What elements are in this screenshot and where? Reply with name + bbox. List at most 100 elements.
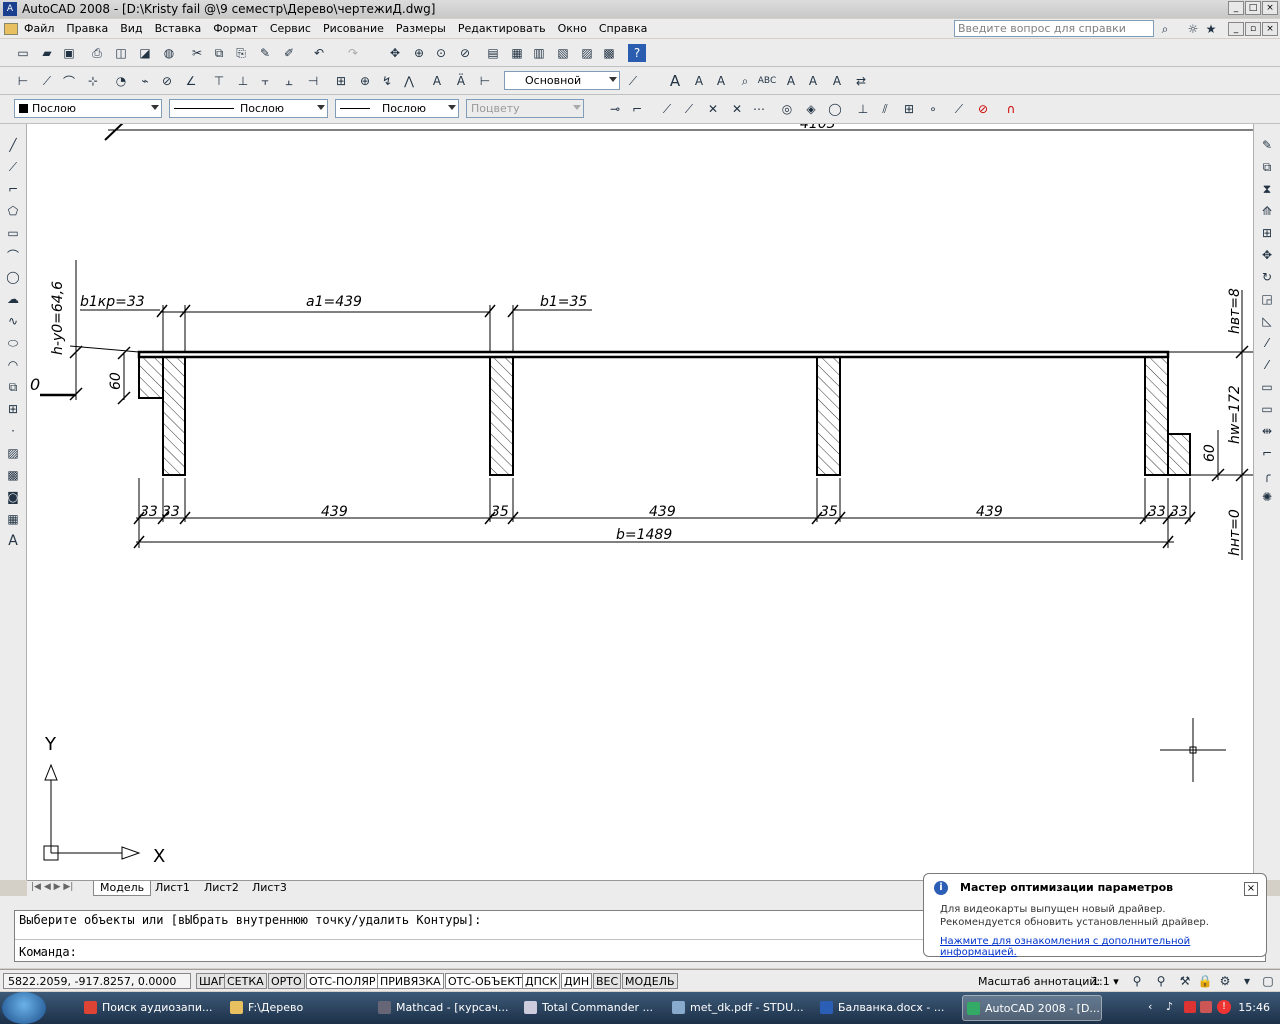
erase-icon[interactable]: ✎ [1258,136,1276,154]
publish-icon[interactable]: ◪ [136,44,154,62]
tray-flag-icon[interactable] [1200,1001,1212,1013]
make-block-icon[interactable]: ⊞ [4,400,22,418]
text-style-icon[interactable]: A [782,72,800,90]
otrack-toggle[interactable]: ОТС-ОБЪЕКТ [445,973,525,989]
close-button[interactable]: × [1262,1,1278,15]
snap-parallel-icon[interactable]: ⋯ [750,100,768,118]
edit-text-icon[interactable]: A [712,72,730,90]
menu-draw[interactable]: Рисование [317,22,390,35]
ortho-toggle[interactable]: ОРТО [268,973,305,989]
task-autocad[interactable]: AutoCAD 2008 - [D... [962,995,1102,1021]
zoom-realtime-icon[interactable]: ⊕ [410,44,428,62]
insert-block-icon[interactable]: ⧉ [4,378,22,396]
communication-icon[interactable]: ⚒ [1176,972,1194,990]
offset-icon[interactable]: ⟰ [1258,202,1276,220]
sheet-set-icon[interactable]: ▧ [554,44,572,62]
cut-icon[interactable]: ✂ [188,44,206,62]
task-total-commander[interactable]: Total Commander ... [520,995,660,1021]
stretch-icon[interactable]: ◺ [1258,312,1276,330]
gradient-icon[interactable]: ▩ [4,466,22,484]
snap-insert-icon[interactable]: ⊞ [900,100,918,118]
copy-object-icon[interactable]: ⧉ [1258,158,1276,176]
markup-icon[interactable]: ▨ [578,44,596,62]
join-icon[interactable]: ⇹ [1258,422,1276,440]
dim-linear-icon[interactable]: ⊢ [14,72,32,90]
start-button[interactable] [2,992,46,1024]
break-icon[interactable]: ▭ [1258,400,1276,418]
tolerance-icon[interactable]: ⊞ [332,72,350,90]
snap-center-icon[interactable]: ◎ [778,100,796,118]
save-icon[interactable]: ▣ [60,44,78,62]
drawing-area[interactable]: 4103 b1кр=33 a1=439 b1=35 h-y0=64,6 0 60… [27,124,1253,880]
inspect-icon[interactable]: ↯ [378,72,396,90]
tab-model[interactable]: Модель [93,881,152,896]
mirror-icon[interactable]: ⧗ [1258,180,1276,198]
dim-radius-icon[interactable]: ◔ [112,72,130,90]
zoom-window-icon[interactable]: ⊙ [432,44,450,62]
menu-dimension[interactable]: Размеры [390,22,452,35]
dim-jogged-icon[interactable]: ⌁ [136,72,154,90]
snap-midpoint-icon[interactable]: ⟋ [658,100,676,118]
tool-palettes-icon[interactable]: ▥ [530,44,548,62]
redo-icon[interactable]: ↷ [344,44,362,62]
menu-insert[interactable]: Вставка [149,22,208,35]
paste-icon[interactable]: ⎘ [232,44,250,62]
menu-view[interactable]: Вид [114,22,148,35]
dim-ordinate-icon[interactable]: ⊹ [84,72,102,90]
menu-format[interactable]: Формат [207,22,264,35]
help-search-input[interactable]: Введите вопрос для справки [954,20,1154,37]
snap-extension-icon[interactable]: ✕ [728,100,746,118]
tab-layout1[interactable]: Лист1 [149,881,196,896]
trim-icon[interactable]: ⁄ [1258,334,1276,352]
model-toggle[interactable]: МОДЕЛЬ [622,973,678,989]
annotation-visibility-icon[interactable]: ⚲ [1128,972,1146,990]
text-icon[interactable]: A [690,72,708,90]
properties-icon[interactable]: ▤ [484,44,502,62]
circle-icon[interactable]: ◯ [4,268,22,286]
maximize-button[interactable]: □ [1245,1,1261,15]
help-icon[interactable]: ? [628,44,646,62]
dim-edit-icon[interactable]: A [428,72,446,90]
break-at-point-icon[interactable]: ▭ [1258,378,1276,396]
task-stdu[interactable]: met_dk.pdf - STDU... [668,995,808,1021]
task-mathcad[interactable]: Mathcad - [курсач... [374,995,514,1021]
menu-help[interactable]: Справка [593,22,653,35]
snap-perpendicular-icon[interactable]: ⊥ [854,100,872,118]
dim-text-edit-icon[interactable]: Ä [452,72,470,90]
polar-toggle[interactable]: ОТС-ПОЛЯР [306,973,379,989]
snap-endpoint-icon[interactable]: ⊸ [606,100,624,118]
print-icon[interactable]: ⎙ [88,44,106,62]
tray-app-icon[interactable] [1184,1001,1196,1013]
color-select[interactable]: Послою [14,99,162,118]
ellipse-icon[interactable]: ⬭ [4,334,22,352]
linetype-select[interactable]: Послою [169,99,328,118]
quick-dim-icon[interactable]: ⊤ [210,72,228,90]
find-icon[interactable]: ⌕ [736,72,754,90]
doc-close-button[interactable]: × [1262,22,1278,36]
table-icon[interactable]: ▦ [4,510,22,528]
dim-break-icon[interactable]: ⊣ [304,72,322,90]
lwt-toggle[interactable]: ВЕС [593,973,622,989]
dim-continue-icon[interactable]: ⫟ [256,72,274,90]
dim-aligned-icon[interactable]: ⟋ [38,72,56,90]
search-icon[interactable]: ⌕ [1156,20,1174,38]
snap-intersection-icon[interactable]: ⟋ [680,100,698,118]
menu-modify[interactable]: Редактировать [452,22,552,35]
jogged-linear-icon[interactable]: ⋀ [400,72,418,90]
copy-icon[interactable]: ⧉ [210,44,228,62]
scale-icon[interactable]: ◲ [1258,290,1276,308]
tray-warning-icon[interactable]: ! [1217,1000,1231,1014]
annotation-scale-select[interactable]: 1:1 ▾ [1092,975,1119,988]
status-menu-icon[interactable]: ▾ [1238,972,1256,990]
doc-restore-button[interactable]: ▫ [1245,22,1261,36]
line-icon[interactable]: ╱ [4,136,22,154]
snap-parallel2-icon[interactable]: ⫽ [876,100,894,118]
tray-settings-icon[interactable]: ⚙ [1216,972,1234,990]
mtext-draw-icon[interactable]: A [4,532,22,550]
array-icon[interactable]: ⊞ [1258,224,1276,242]
lock-icon[interactable]: 🔒 [1196,972,1214,990]
ducs-toggle[interactable]: ДПСК [522,973,561,989]
task-explorer[interactable]: F:\Дерево [226,995,366,1021]
menu-file[interactable]: Файл [18,22,60,35]
polygon-icon[interactable]: ⬠ [4,202,22,220]
